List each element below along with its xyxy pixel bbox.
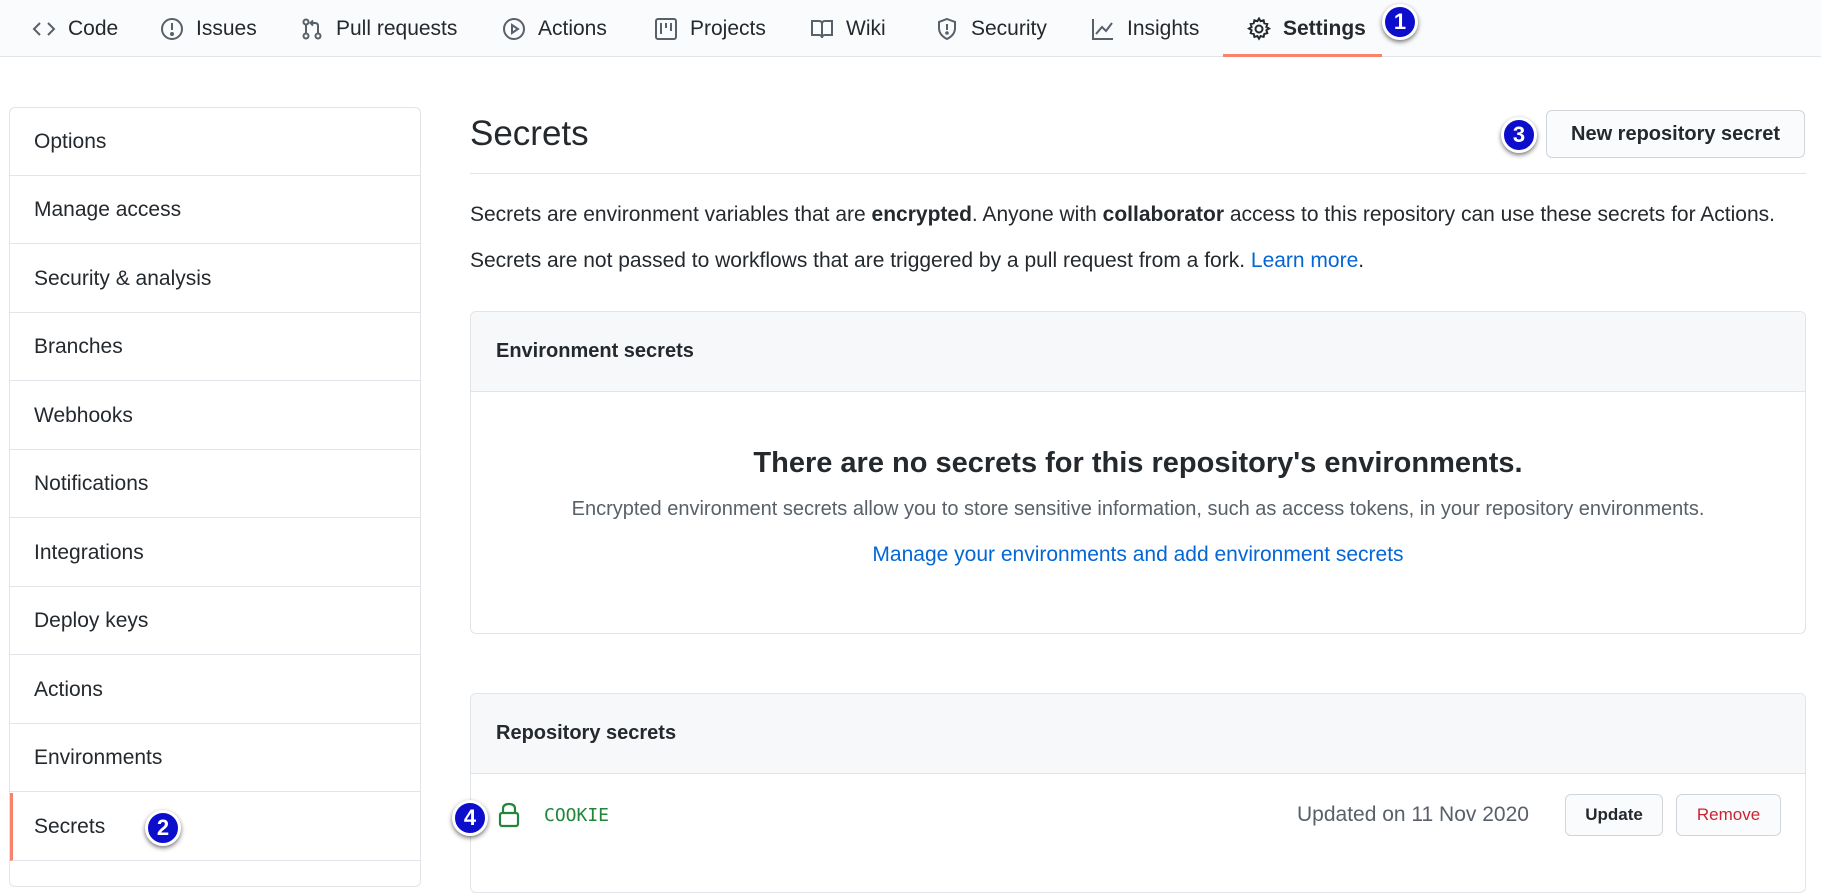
desc-collaborator: collaborator (1102, 203, 1225, 226)
new-repository-secret-button[interactable]: New repository secret (1546, 110, 1805, 158)
annotation-badge-4: 4 (452, 800, 488, 836)
repo-tab-nav: Code Issues Pull requests Actions Projec… (0, 0, 1821, 57)
fork-note-period: . (1358, 249, 1365, 272)
tab-security[interactable]: Security (935, 0, 1047, 57)
tab-issues[interactable]: Issues (160, 0, 257, 57)
annotation-badge-2: 2 (145, 810, 181, 846)
sidebar-item-label: Integrations (34, 540, 144, 564)
sidebar-item-deploy-keys[interactable]: Deploy keys (10, 587, 420, 655)
learn-more-link[interactable]: Learn more (1251, 249, 1358, 272)
sidebar-item-label: Actions (34, 677, 103, 701)
graph-icon (1091, 17, 1115, 41)
environment-secrets-box: Environment secrets There are no secrets… (470, 311, 1806, 634)
secret-name: COOKIE (544, 805, 610, 826)
fork-note: Secrets are not passed to workflows that… (470, 249, 1364, 273)
secret-updated-date: Updated on 11 Nov 2020 (1297, 803, 1529, 826)
tab-projects[interactable]: Projects (654, 0, 766, 57)
sidebar-item-environments[interactable]: Environments (10, 724, 420, 792)
issue-icon (160, 17, 184, 41)
tab-code[interactable]: Code (32, 0, 118, 57)
tab-projects-label: Projects (690, 16, 766, 40)
sidebar-item-manage-access[interactable]: Manage access (10, 176, 420, 244)
sidebar-item-webhooks[interactable]: Webhooks (10, 382, 420, 450)
tab-wiki[interactable]: Wiki (810, 0, 886, 57)
pull-request-icon (300, 17, 324, 41)
fork-note-text: Secrets are not passed to workflows that… (470, 249, 1251, 272)
desc-text: Secrets are environment variables that a… (470, 203, 872, 226)
update-secret-button[interactable]: Update (1565, 794, 1663, 836)
tab-code-label: Code (68, 16, 119, 40)
sidebar-item-label: Environments (34, 745, 163, 769)
sidebar-item-notifications[interactable]: Notifications (10, 450, 420, 518)
tab-pull-requests[interactable]: Pull requests (300, 0, 457, 57)
sidebar-item-label: Options (34, 129, 107, 153)
page-title: Secrets (470, 114, 589, 153)
tab-security-label: Security (971, 16, 1047, 40)
book-icon (810, 17, 834, 41)
tab-actions-label: Actions (538, 16, 607, 40)
title-divider (470, 173, 1806, 174)
tab-settings-label: Settings (1283, 16, 1366, 40)
sidebar-item-integrations[interactable]: Integrations (10, 519, 420, 587)
environment-secrets-header: Environment secrets (471, 312, 1805, 392)
lock-icon (497, 802, 521, 828)
tab-insights-label: Insights (1127, 16, 1200, 40)
tab-pull-requests-label: Pull requests (336, 16, 458, 40)
blank-state-description: Encrypted environment secrets allow you … (571, 498, 1705, 520)
sidebar-item-secrets[interactable]: Secrets (10, 793, 420, 861)
annotation-badge-1: 1 (1382, 4, 1418, 40)
manage-environments-link[interactable]: Manage your environments and add environ… (471, 543, 1805, 567)
code-icon (32, 17, 56, 41)
table-row: COOKIE Updated on 11 Nov 2020 Update Rem… (471, 774, 1805, 864)
annotation-badge-3: 3 (1501, 117, 1537, 153)
tab-wiki-label: Wiki (846, 16, 886, 40)
remove-secret-button[interactable]: Remove (1676, 794, 1781, 836)
sidebar-item-security-analysis[interactable]: Security & analysis (10, 245, 420, 313)
sidebar-item-label: Branches (34, 334, 123, 358)
tab-settings[interactable]: Settings (1247, 0, 1366, 57)
sidebar-item-actions[interactable]: Actions (10, 656, 420, 724)
desc-text: . Anyone with (971, 203, 1103, 226)
repository-secrets-header: Repository secrets (471, 694, 1805, 774)
active-tab-indicator (1223, 54, 1382, 57)
project-icon (654, 17, 678, 41)
sidebar-item-label: Notifications (34, 471, 149, 495)
desc-encrypted: encrypted (871, 203, 972, 226)
desc-text: access to this repository can use these … (1224, 203, 1775, 226)
sidebar-item-options[interactable]: Options (10, 108, 420, 176)
tab-actions[interactable]: Actions (502, 0, 607, 57)
sidebar-item-label: Webhooks (34, 403, 133, 427)
sidebar-item-label: Security & analysis (34, 266, 212, 290)
gear-icon (1247, 16, 1271, 41)
settings-sidebar: Options Manage access Security & analysi… (9, 107, 421, 887)
sidebar-item-branches[interactable]: Branches (10, 313, 420, 381)
tab-issues-label: Issues (196, 16, 257, 40)
sidebar-item-label: Deploy keys (34, 608, 149, 632)
sidebar-item-label: Secrets (34, 814, 106, 838)
play-icon (502, 17, 526, 41)
blank-state-title: There are no secrets for this repository… (753, 447, 1523, 479)
secrets-description: Secrets are environment variables that a… (470, 203, 1775, 227)
repository-secrets-box: Repository secrets COOKIE Updated on 11 … (470, 693, 1806, 893)
shield-icon (935, 17, 959, 41)
sidebar-item-label: Manage access (34, 197, 182, 221)
tab-insights[interactable]: Insights (1091, 0, 1199, 57)
